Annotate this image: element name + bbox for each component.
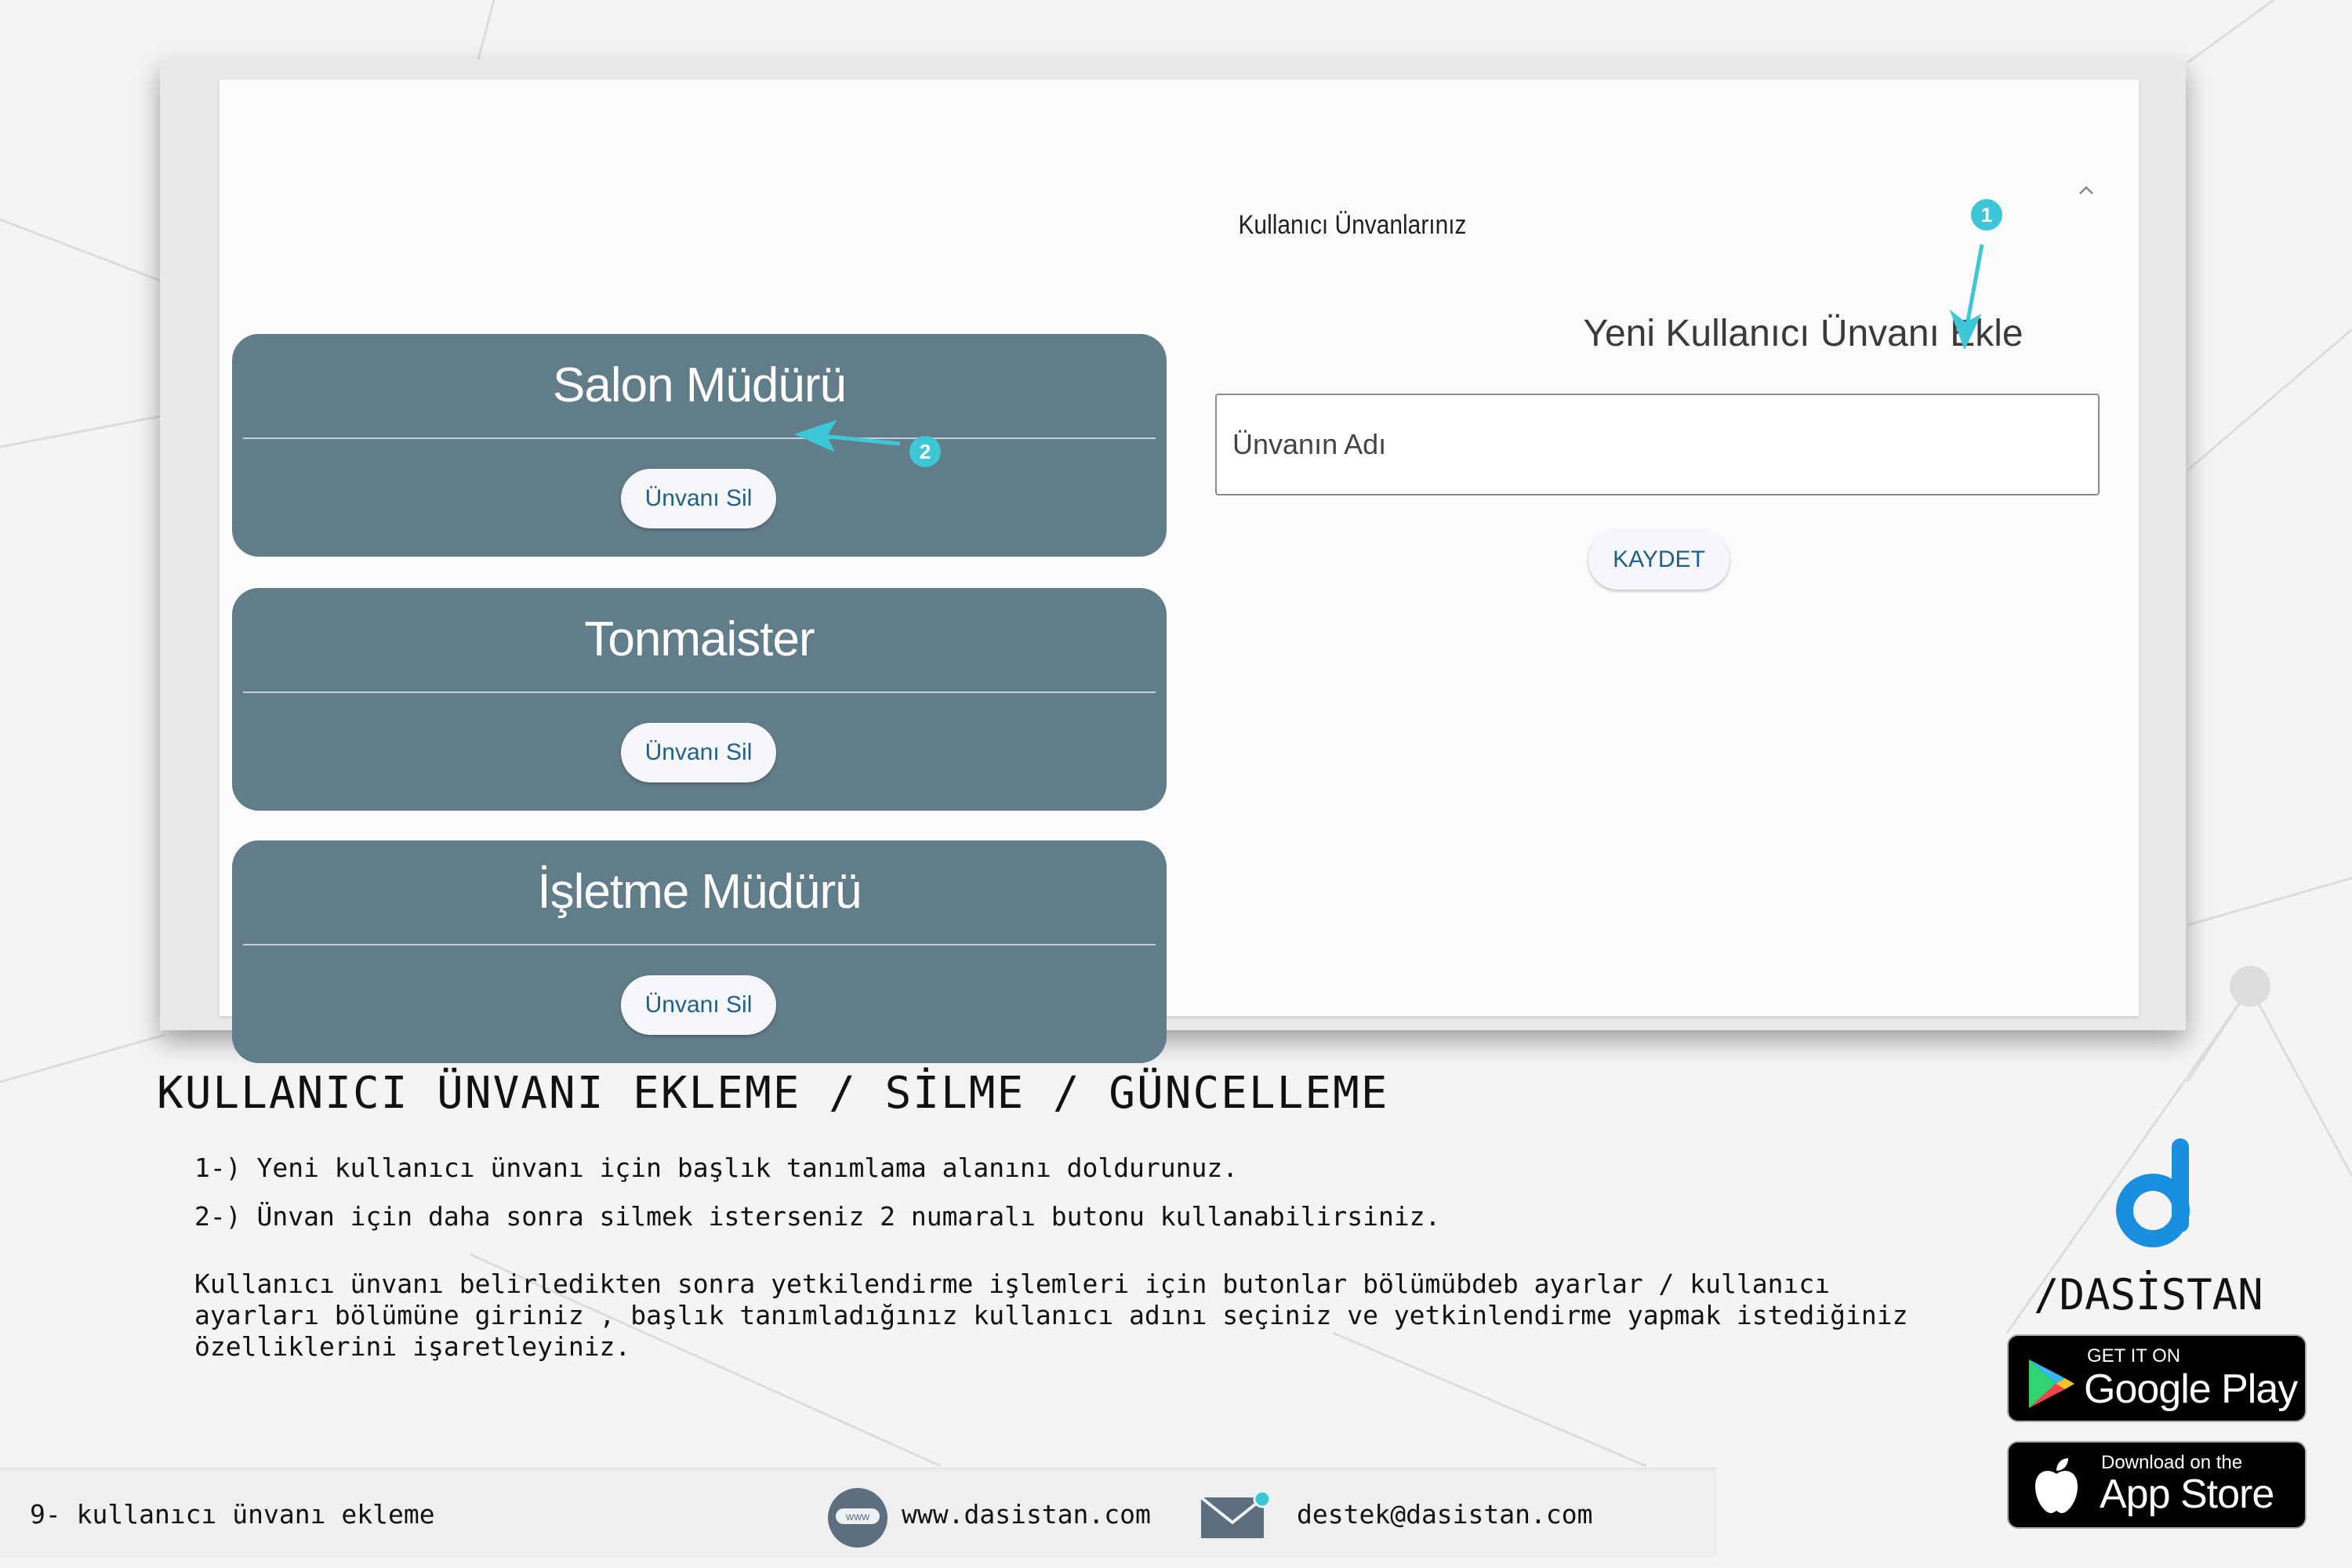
footer-page-label: 9- kullanıcı ünvanı ekleme (30, 1499, 435, 1530)
google-play-big-text: Google Play (2084, 1367, 2298, 1412)
google-play-badge[interactable]: GET IT ON Google Play (2007, 1334, 2307, 1422)
screenshot-frame: Kullanıcı Ünvanlarınız Salon Müdürü Ünva… (160, 60, 2186, 1063)
web-icon-label: www (836, 1508, 880, 1524)
footer-bar: 9- kullanıcı ünvanı ekleme www www.dasis… (0, 1468, 1717, 1557)
new-title-heading: Yeni Kullanıcı Ünvanı Ekle (1583, 313, 2024, 354)
delete-title-button[interactable]: Ünvanı Sil (621, 975, 776, 1035)
title-card-name: Salon Müdürü (552, 358, 847, 412)
panel-title: Kullanıcı Ünvanlarınız (1238, 210, 1467, 240)
title-card-salon-muduru: Salon Müdürü Ünvanı Sil (232, 334, 1167, 557)
title-card-name: Tonmaister (584, 612, 815, 666)
card-divider (243, 944, 1156, 946)
app-store-badge[interactable]: Download on the App Store (2007, 1441, 2307, 1529)
card-divider (243, 437, 1156, 439)
google-play-small-text: GET IT ON (2087, 1345, 2181, 1367)
card-divider (243, 691, 1156, 693)
title-card-name: İşletme Müdürü (537, 865, 862, 919)
mail-icon (1200, 1490, 1272, 1538)
delete-title-button[interactable]: Ünvanı Sil (621, 723, 776, 782)
chevron-up-icon[interactable] (2078, 182, 2095, 199)
title-card-tonmaister: Tonmaister Ünvanı Sil (232, 588, 1167, 811)
brand-name: /DASİSTAN (2034, 1270, 2263, 1319)
globe-icon: www (828, 1488, 887, 1548)
delete-title-button[interactable]: Ünvanı Sil (621, 469, 776, 528)
annotation-badge-1: 1 (1971, 199, 2002, 230)
title-card-isletme-muduru: İşletme Müdürü Ünvanı Sil (232, 840, 1167, 1063)
doc-heading: KULLANICI ÜNVANI EKLEME / SİLME / GÜNCEL… (157, 1068, 1389, 1119)
footer-website[interactable]: www.dasistan.com (902, 1499, 1151, 1530)
dasistan-logo-icon (2116, 1138, 2190, 1247)
google-play-icon (2029, 1359, 2074, 1408)
app-store-big-text: App Store (2100, 1472, 2274, 1517)
save-button[interactable]: KAYDET (1588, 530, 1730, 590)
titles-panel: Kullanıcı Ünvanlarınız Salon Müdürü Ünva… (220, 80, 2139, 1063)
title-name-input[interactable] (1215, 394, 2100, 495)
instruction-paragraph: Kullanıcı ünvanı belirledikten sonra yet… (194, 1269, 1908, 1362)
footer-email[interactable]: destek@dasistan.com (1297, 1499, 1593, 1530)
annotation-badge-2: 2 (909, 436, 941, 467)
apple-icon (2035, 1458, 2078, 1513)
step-2: 2-) Ünvan için daha sonra silmek isterse… (194, 1201, 1441, 1232)
step-1: 1-) Yeni kullanıcı ünvanı için başlık ta… (194, 1152, 1239, 1183)
